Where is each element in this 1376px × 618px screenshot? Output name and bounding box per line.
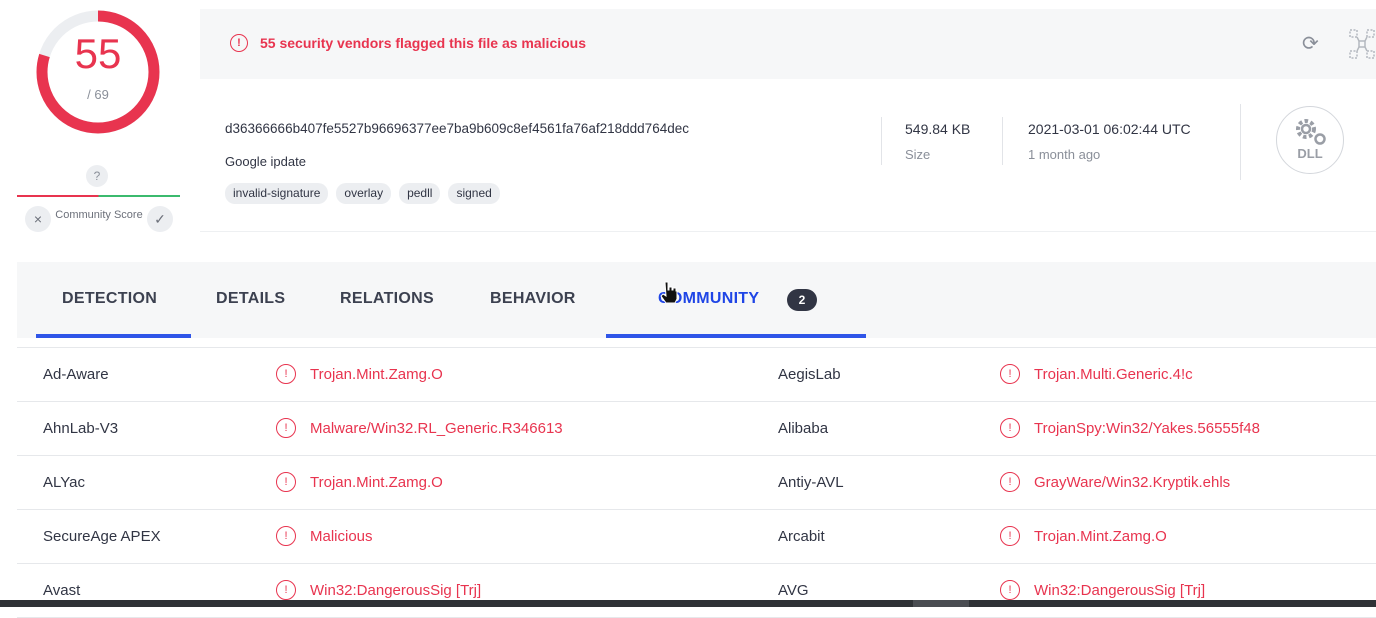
hand-cursor-icon: [660, 281, 678, 303]
vendor-name: AVG: [778, 582, 809, 599]
alert-icon: !: [276, 526, 296, 546]
gear-icon: [1296, 119, 1326, 145]
taskbar-item: [913, 600, 969, 607]
tab-community-underline: [606, 334, 866, 338]
file-hash[interactable]: d36366666b407fe5527b96696377ee7ba9b609c8…: [225, 121, 689, 136]
analysis-date: 2021-03-01 06:02:44 UTC: [1028, 121, 1191, 137]
vendor-name: AegisLab: [778, 366, 841, 383]
tag[interactable]: invalid-signature: [225, 183, 329, 204]
file-type-label: DLL: [1297, 146, 1323, 161]
vote-malicious-button[interactable]: ×: [25, 206, 51, 232]
tag[interactable]: overlay: [336, 183, 392, 204]
detection-result: TrojanSpy:Win32/Yakes.56555f48: [1034, 420, 1260, 437]
file-tags: invalid-signature overlay pedll signed: [225, 183, 500, 204]
detection-result: GrayWare/Win32.Kryptik.ehls: [1034, 474, 1231, 491]
divider: [881, 117, 882, 165]
detection-result: Malware/Win32.RL_Generic.R346613: [310, 420, 563, 437]
vendor-name: ALYac: [43, 474, 85, 491]
vote-harmless-button[interactable]: ✓: [147, 206, 173, 232]
reanalyze-icon[interactable]: ⟳: [1302, 32, 1326, 56]
detection-result: Trojan.Mint.Zamg.O: [1034, 528, 1167, 545]
detections-table: Ad-Aware! Trojan.Mint.Zamg.O AegisLab! Troj…: [17, 347, 1376, 618]
tab-detection-underline: [36, 334, 191, 338]
engine-total: / 69: [87, 87, 109, 102]
graph-icon[interactable]: [1348, 28, 1376, 60]
vendor-name: SecureAge APEX: [43, 528, 161, 545]
detection-result: Win32:DangerousSig [Trj]: [310, 582, 482, 599]
file-size-label: Size: [905, 147, 931, 162]
alert-icon: !: [276, 364, 296, 384]
table-row: Ad-Aware! Trojan.Mint.Zamg.O AegisLab! Troj…: [17, 348, 1376, 402]
alert-text: 55 security vendors flagged this file as…: [260, 35, 587, 51]
divider: [1240, 104, 1241, 180]
tab-relations[interactable]: RELATIONS: [340, 290, 434, 308]
detection-result: Trojan.Mint.Zamg.O: [310, 474, 443, 491]
alert-icon: !: [1000, 526, 1020, 546]
table-row: ALYac! Trojan.Mint.Zamg.O Antiy-AVL! GrayWa…: [17, 456, 1376, 510]
file-size-value: 549.84 KB: [905, 121, 971, 137]
alert-icon: !: [230, 34, 248, 52]
vendor-name: Arcabit: [778, 528, 825, 545]
alert-icon: !: [1000, 364, 1020, 384]
table-row: AhnLab-V3! Malware/Win32.RL_Generic.R3466…: [17, 402, 1376, 456]
community-count-badge: 2: [787, 289, 817, 311]
vendor-name: Avast: [43, 582, 81, 599]
table-row: Avast! Win32:DangerousSig [Trj] AVG! Win32:…: [17, 564, 1376, 618]
detection-count: 55: [74, 30, 122, 77]
tab-behavior[interactable]: BEHAVIOR: [490, 290, 576, 308]
alert-icon: !: [1000, 472, 1020, 492]
community-score-bar: [17, 195, 180, 197]
alert-icon: !: [276, 472, 296, 492]
tag[interactable]: pedll: [399, 183, 441, 204]
alert-icon: !: [1000, 580, 1020, 600]
alert-icon: !: [1000, 418, 1020, 438]
detection-result: Malicious: [310, 528, 373, 545]
taskbar: [0, 600, 1376, 607]
file-name: Google ipdate: [225, 154, 306, 169]
detection-result: Trojan.Multi.Generic.4!c: [1034, 366, 1193, 383]
detection-result: Trojan.Mint.Zamg.O: [310, 366, 443, 383]
detection-result: Win32:DangerousSig [Trj]: [1034, 582, 1206, 599]
tab-detection[interactable]: DETECTION: [62, 290, 157, 308]
community-unknown-icon: ?: [86, 165, 108, 187]
tag[interactable]: signed: [448, 183, 500, 204]
alert-icon: !: [276, 580, 296, 600]
analysis-date-relative: 1 month ago: [1028, 147, 1101, 162]
vendor-name: Alibaba: [778, 420, 829, 437]
divider: [1002, 117, 1003, 165]
vendor-name: Antiy-AVL: [778, 474, 844, 491]
alert-icon: !: [276, 418, 296, 438]
tab-details[interactable]: DETAILS: [216, 290, 285, 308]
file-info-card: [200, 79, 1376, 232]
vendor-name: Ad-Aware: [43, 366, 109, 383]
community-score-label: Community Score: [55, 209, 143, 221]
vendor-name: AhnLab-V3: [43, 420, 119, 437]
file-type-badge: [1276, 106, 1344, 174]
table-row: SecureAge APEX! Malicious Arcabit! Trojan.M…: [17, 510, 1376, 564]
